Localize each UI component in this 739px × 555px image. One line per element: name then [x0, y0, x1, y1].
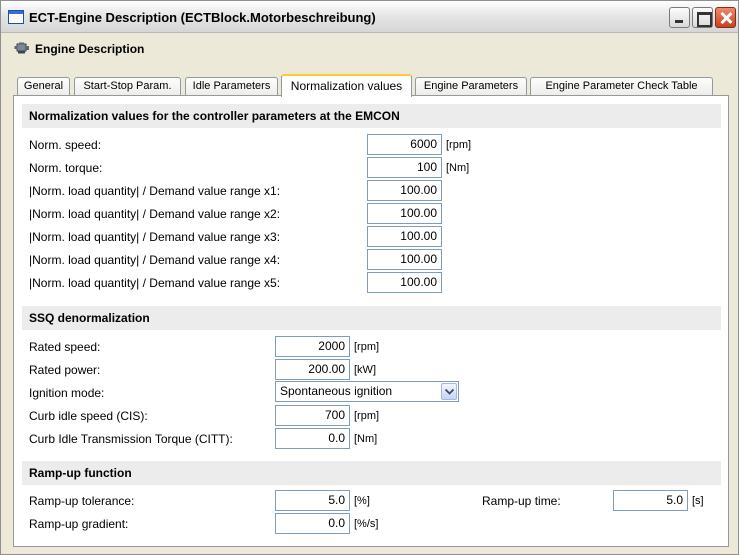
rampup-time-label: Ramp-up time:: [482, 494, 561, 508]
minimize-button[interactable]: [669, 7, 690, 28]
rampup-time-unit: [s]: [692, 495, 704, 507]
norm-speed-unit: [rpm]: [446, 139, 472, 151]
rampup-gradient-label: Ramp-up gradient:: [29, 517, 129, 531]
norm-torque-input[interactable]: 100: [367, 157, 442, 178]
engine-icon: [14, 42, 29, 54]
ignition-mode-label: Ignition mode:: [29, 386, 105, 400]
norm-load-x4-label: |Norm. load quantity| / Demand value ran…: [29, 253, 281, 267]
norm-torque-unit: [Nm]: [446, 162, 470, 174]
tab-panel: Normalization values for the controller …: [13, 95, 729, 547]
norm-load-x4-input[interactable]: 100.00: [367, 249, 442, 270]
norm-load-x1-input[interactable]: 100.00: [367, 180, 442, 201]
section-normalization-header: Normalization values for the controller …: [22, 104, 721, 128]
norm-load-x1-label: |Norm. load quantity| / Demand value ran…: [29, 184, 281, 198]
dialog-window: ECT-Engine Description (ECTBlock.Motorbe…: [0, 0, 739, 555]
dropdown-arrow-button[interactable]: [441, 383, 457, 400]
norm-load-x5-label: |Norm. load quantity| / Demand value ran…: [29, 276, 281, 290]
curb-idle-speed-label: Curb idle speed (CIS):: [29, 409, 148, 423]
section-rampup-header: Ramp-up function: [22, 461, 721, 485]
norm-speed-label: Norm. speed:: [29, 138, 102, 152]
section-ssq-header: SSQ denormalization: [22, 306, 721, 330]
rated-power-input[interactable]: 200.00: [275, 359, 350, 380]
rated-speed-label: Rated speed:: [29, 340, 101, 354]
window-title: ECT-Engine Description (ECTBlock.Motorbe…: [29, 10, 376, 25]
ignition-mode-value: Spontaneous ignition: [280, 384, 393, 398]
tab-normalization-values[interactable]: Normalization values: [281, 74, 412, 97]
rated-speed-input[interactable]: 2000: [275, 336, 350, 357]
tab-engine-parameter-check-table[interactable]: Engine Parameter Check Table: [530, 77, 713, 96]
tab-start-stop-param[interactable]: Start-Stop Param.: [74, 77, 181, 96]
chevron-down-icon: [445, 389, 454, 395]
curb-idle-torque-unit: [Nm]: [354, 433, 378, 445]
norm-load-x2-label: |Norm. load quantity| / Demand value ran…: [29, 207, 281, 221]
page-title: Engine Description: [35, 42, 145, 56]
norm-torque-label: Norm. torque:: [29, 161, 103, 175]
curb-idle-speed-unit: [rpm]: [354, 410, 380, 422]
rated-power-label: Rated power:: [29, 363, 101, 377]
window-icon: [8, 10, 24, 24]
tab-general[interactable]: General: [17, 77, 70, 96]
curb-idle-speed-input[interactable]: 700: [275, 405, 350, 426]
ignition-mode-select[interactable]: Spontaneous ignition: [275, 381, 459, 402]
rampup-gradient-input[interactable]: 0.0: [275, 513, 350, 534]
norm-load-x3-label: |Norm. load quantity| / Demand value ran…: [29, 230, 281, 244]
rampup-tolerance-unit: [%]: [354, 495, 370, 507]
tab-engine-parameters[interactable]: Engine Parameters: [415, 77, 527, 96]
curb-idle-torque-input[interactable]: 0.0: [275, 428, 350, 449]
maximize-button[interactable]: [692, 7, 713, 28]
norm-load-x3-input[interactable]: 100.00: [367, 226, 442, 247]
tab-idle-parameters[interactable]: Idle Parameters: [185, 77, 278, 96]
rated-power-unit: [kW]: [354, 364, 376, 376]
rampup-tolerance-label: Ramp-up tolerance:: [29, 494, 135, 508]
norm-load-x5-input[interactable]: 100.00: [367, 272, 442, 293]
rampup-gradient-unit: [%/s]: [354, 518, 379, 530]
norm-speed-input[interactable]: 6000: [367, 134, 442, 155]
title-bar[interactable]: ECT-Engine Description (ECTBlock.Motorbe…: [1, 1, 738, 33]
norm-load-x2-input[interactable]: 100.00: [367, 203, 442, 224]
curb-idle-torque-label: Curb Idle Transmission Torque (CITT):: [29, 432, 233, 446]
rampup-time-input[interactable]: 5.0: [613, 490, 688, 511]
rampup-tolerance-input[interactable]: 5.0: [275, 490, 350, 511]
rated-speed-unit: [rpm]: [354, 341, 380, 353]
close-button[interactable]: [715, 7, 736, 28]
